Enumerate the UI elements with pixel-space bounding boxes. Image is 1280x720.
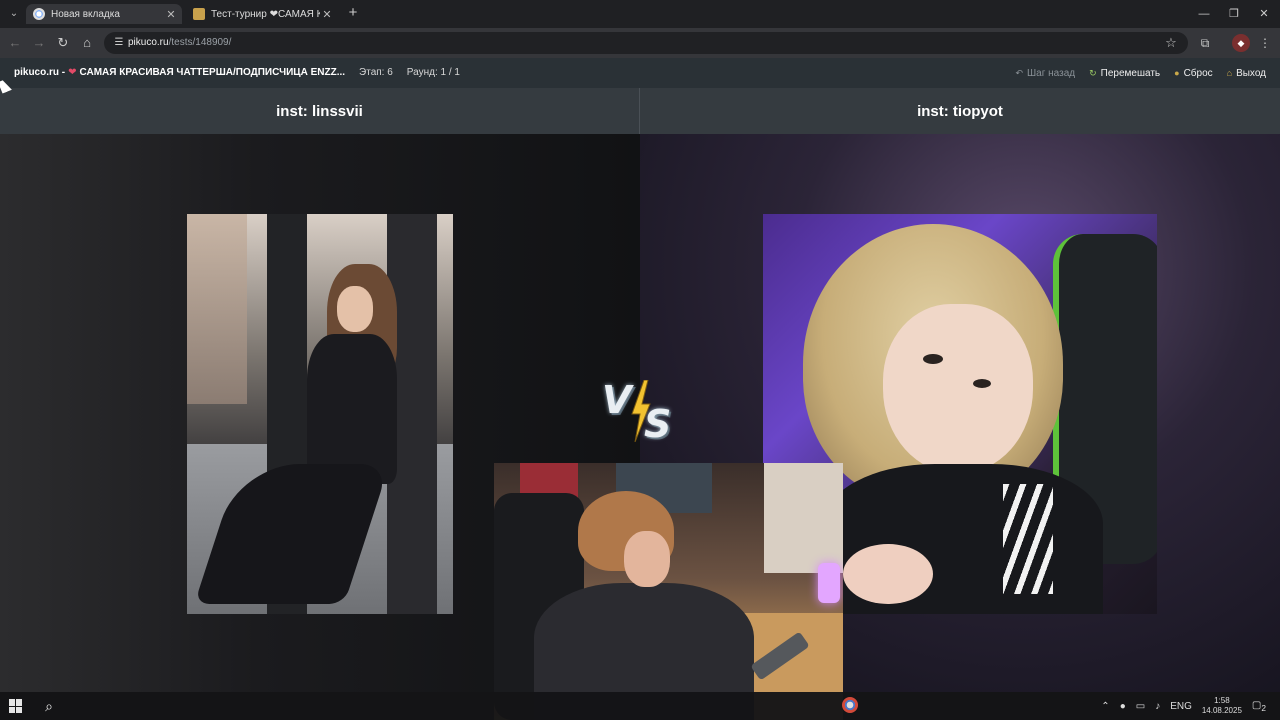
undo-icon: ↶ <box>1015 67 1023 78</box>
browser-tab-strip: ⌄ Новая вкладка ✕ Тест-турнир ❤САМАЯ КРА… <box>0 0 1280 28</box>
reset-button[interactable]: ● Сброс <box>1174 68 1213 79</box>
minimize-icon[interactable]: — <box>1192 6 1216 22</box>
search-icon[interactable]: ⌕ <box>40 697 58 715</box>
exit-label: Выход <box>1236 67 1266 79</box>
address-bar[interactable]: ☰ pikuco.ru/tests/148909/ ☆ <box>104 32 1188 54</box>
close-window-icon[interactable]: ✕ <box>1252 6 1276 22</box>
shuffle-icon: ↻ <box>1089 67 1097 78</box>
url-text: pikuco.ru/tests/148909/ <box>128 32 231 54</box>
versus-s: S <box>644 402 672 446</box>
system-tray: ⌃ ● ▭ ♪ ENG 1:58 14.08.2025 ▢2 <box>1101 692 1266 720</box>
reset-icon: ● <box>1174 68 1180 78</box>
forward-arrow-icon[interactable]: → <box>30 34 48 52</box>
reset-label: Сброс <box>1183 67 1213 79</box>
profile-avatar[interactable]: ◆ <box>1232 34 1250 52</box>
webcam-overlay <box>494 463 843 720</box>
menu-kebab-icon[interactable]: ⋮ <box>1256 34 1274 52</box>
network-icon[interactable]: ▭ <box>1136 701 1145 712</box>
heart-icon: ❤ <box>68 67 77 78</box>
clock-date: 14.08.2025 <box>1201 706 1242 715</box>
site-favicon-icon <box>193 8 205 20</box>
versus-v: V <box>602 378 632 422</box>
site-brand[interactable]: pikuco.ru - <box>14 58 65 88</box>
restore-icon[interactable]: ❐ <box>1222 6 1246 22</box>
windows-start-icon[interactable] <box>9 699 23 713</box>
bookmark-star-icon[interactable]: ☆ <box>1162 34 1180 52</box>
contestant-right-caption: inst: tiopyot <box>640 88 1280 134</box>
clock[interactable]: 1:58 14.08.2025 <box>1202 696 1242 716</box>
exit-button[interactable]: ⌂ Выход <box>1227 68 1266 79</box>
contestant-left-photo[interactable] <box>187 214 453 614</box>
site-info-icon[interactable]: ☰ <box>112 36 126 50</box>
tab-search-chevron-icon[interactable]: ⌄ <box>6 6 22 22</box>
round-counter: Раунд: 1 / 1 <box>406 67 460 78</box>
back-arrow-icon[interactable]: ← <box>6 34 24 52</box>
tab-title: Новая вкладка <box>51 8 120 20</box>
tab-tournament[interactable]: Тест-турнир ❤САМАЯ КРАСИВ ✕ <box>186 4 338 24</box>
notifications-icon[interactable]: ▢2 <box>1252 700 1266 713</box>
contestant-left-caption: inst: linssvii <box>0 88 640 134</box>
step-back-label: Шаг назад <box>1027 67 1076 79</box>
stage-counter: Этап: 6 <box>359 67 393 78</box>
chrome-app-icon[interactable] <box>842 697 858 713</box>
volume-icon[interactable]: ♪ <box>1155 701 1160 712</box>
url-path: /tests/148909/ <box>168 37 232 48</box>
chrome-favicon-icon <box>33 8 45 20</box>
shuffle-label: Перемешать <box>1100 67 1161 79</box>
microphone-icon[interactable]: ● <box>1120 701 1126 712</box>
tab-close-icon[interactable]: ✕ <box>320 8 334 21</box>
tab-title: Тест-турнир ❤САМАЯ КРАСИВ <box>211 8 320 20</box>
home-icon[interactable]: ⌂ <box>78 34 96 52</box>
site-header: pikuco.ru - ❤ САМАЯ КРАСИВАЯ ЧАТТЕРША/ПО… <box>0 58 1280 88</box>
url-host: pikuco.ru <box>128 37 169 48</box>
versus-badge: V S <box>598 378 682 448</box>
new-tab-button[interactable]: + <box>346 5 360 21</box>
notifications-count: 2 <box>1261 702 1266 713</box>
tray-chevron-icon[interactable]: ⌃ <box>1101 701 1109 712</box>
language-indicator[interactable]: ENG <box>1170 701 1192 712</box>
tournament-title: САМАЯ КРАСИВАЯ ЧАТТЕРША/ПОДПИСЧИЦА ENZZ.… <box>79 67 346 78</box>
home-exit-icon: ⌂ <box>1226 68 1233 78</box>
step-back-button[interactable]: ↶ Шаг назад <box>1015 68 1075 79</box>
shuffle-button[interactable]: ↻ Перемешать <box>1089 68 1160 79</box>
tab-close-icon[interactable]: ✕ <box>164 8 178 21</box>
tab-new-tab[interactable]: Новая вкладка ✕ <box>26 4 182 24</box>
clock-time: 1:58 <box>1214 696 1230 705</box>
windows-taskbar: ⌕ ⌃ ● ▭ ♪ ENG 1:58 14.08.2025 ▢2 <box>0 692 1280 720</box>
extensions-puzzle-icon[interactable]: ⧉ <box>1196 34 1214 52</box>
browser-toolbar: ← → ↻ ⌂ ☰ pikuco.ru/tests/148909/ ☆ ⧉ ◆ … <box>0 28 1280 58</box>
reload-icon[interactable]: ↻ <box>54 34 72 52</box>
tournament-info: pikuco.ru - ❤ САМАЯ КРАСИВАЯ ЧАТТЕРША/ПО… <box>14 58 474 88</box>
header-actions: ↶ Шаг назад ↻ Перемешать ● Сброс ⌂ Выход <box>1015 58 1266 88</box>
